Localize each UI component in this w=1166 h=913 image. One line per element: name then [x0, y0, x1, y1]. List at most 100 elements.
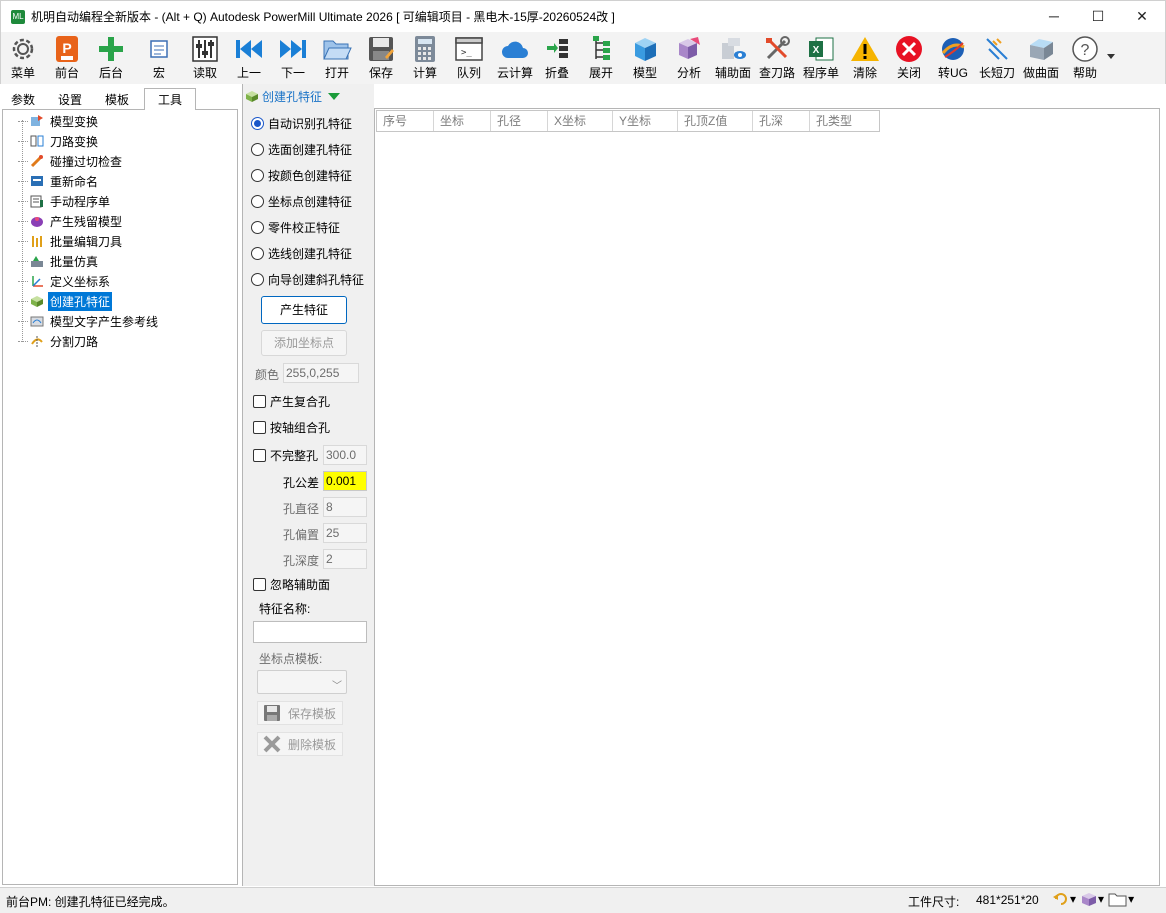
color-field[interactable]: 255,0,255 — [283, 363, 359, 383]
incomplete-hole-checkbox[interactable]: 不完整孔 — [253, 445, 318, 465]
tree-item-create-hole-feature[interactable]: 创建孔特征 — [18, 291, 113, 311]
tab-settings[interactable]: 设置 — [48, 90, 92, 110]
radio-icon[interactable] — [251, 194, 264, 208]
path-transform-icon — [30, 134, 44, 148]
add-point-button[interactable]: 添加坐标点 — [261, 330, 347, 356]
column-header[interactable]: 孔类型 — [810, 111, 879, 131]
toolbar-queue-button[interactable]: >_ 队列 — [451, 34, 487, 82]
ignore-aux-checkbox[interactable]: 忽略辅助面 — [253, 574, 330, 594]
panel-header[interactable]: 创建孔特征 — [245, 86, 341, 106]
toolbar-read-button[interactable]: 读取 — [187, 34, 223, 82]
column-header[interactable]: 坐标 — [434, 111, 491, 131]
radio-icon[interactable] — [251, 220, 264, 234]
toolbar-help-button[interactable]: ? 帮助 — [1067, 34, 1103, 82]
undo-icon[interactable]: ▾ — [1052, 891, 1076, 907]
delete-template-button[interactable]: 删除模板 — [257, 732, 343, 756]
column-header[interactable]: 序号 — [377, 111, 434, 131]
option-auto-detect[interactable]: 自动识别孔特征 — [251, 113, 352, 133]
column-header[interactable]: X坐标 — [548, 111, 613, 131]
column-header[interactable]: 孔顶Z值 — [678, 111, 753, 131]
option-select-line[interactable]: 选线创建孔特征 — [251, 243, 352, 263]
folder-icon[interactable]: ▾ — [1108, 891, 1134, 907]
toolbar-front-button[interactable]: P 前台 — [49, 34, 85, 82]
save-template-button[interactable]: 保存模板 — [257, 701, 343, 725]
toolbar-expand-button[interactable]: 展开 — [583, 34, 619, 82]
save-icon — [262, 704, 282, 722]
radio-icon[interactable] — [251, 142, 264, 156]
hole-feature-panel: 创建孔特征 自动识别孔特征 选面创建孔特征 按颜色创建特征 坐标点创建特征 零件… — [242, 84, 374, 886]
tab-templates[interactable]: 模板 — [94, 90, 140, 110]
radio-icon[interactable] — [251, 272, 264, 286]
template-select[interactable]: ﹀ — [257, 670, 347, 694]
tree-item-path-transform[interactable]: 刀路变换 — [18, 131, 100, 151]
radio-icon[interactable] — [251, 246, 264, 260]
tab-tools[interactable]: 工具 — [144, 88, 196, 111]
tolerance-field[interactable]: 0.001 — [323, 471, 367, 491]
column-header[interactable]: 孔径 — [491, 111, 548, 131]
toolbar-long-short-button[interactable]: 长短刀 — [977, 34, 1017, 82]
dropdown-arrow-icon[interactable] — [328, 92, 341, 100]
toolbar-collapse-button[interactable]: 折叠 — [539, 34, 575, 82]
incomplete-hole-field[interactable]: 300.0 — [323, 445, 367, 465]
analysis-icon[interactable]: ▾ — [1080, 891, 1104, 907]
depth-field[interactable]: 2 — [323, 549, 367, 569]
minimize-button[interactable]: ─ — [1031, 1, 1077, 31]
toolbar-analysis-button[interactable]: 分析 — [671, 34, 707, 82]
checkbox-icon[interactable] — [253, 420, 266, 434]
toolbar-program-sheet-button[interactable]: X 程序单 — [801, 34, 841, 82]
template-label: 坐标点模板: — [259, 652, 323, 666]
toolbar-clear-button[interactable]: 清除 — [847, 34, 883, 82]
svg-text:P: P — [62, 40, 71, 56]
close-window-button[interactable]: ✕ — [1119, 1, 1165, 31]
toolbar-next-button[interactable]: 下一 — [275, 34, 311, 82]
toolbar-to-ug-button[interactable]: 转UG — [935, 34, 971, 82]
tree-item-batch-simulation[interactable]: 批量仿真 — [18, 251, 100, 271]
tab-params[interactable]: 参数 — [2, 90, 44, 110]
tree-item-split-path[interactable]: 分割刀路 — [18, 331, 100, 351]
toolbar-save-button[interactable]: 保存 — [363, 34, 399, 82]
toolbar-model-button[interactable]: 模型 — [627, 34, 663, 82]
toolbar-aux-surface-button[interactable]: 辅助面 — [713, 34, 753, 82]
toolbar-check-path-button[interactable]: 查刀路 — [757, 34, 797, 82]
diameter-field[interactable]: 8 — [323, 497, 367, 517]
toolbar-menu-button[interactable]: 菜单 — [5, 34, 41, 82]
column-header[interactable]: 孔深 — [753, 111, 810, 131]
option-select-face[interactable]: 选面创建孔特征 — [251, 139, 352, 159]
toolbar-prev-button[interactable]: 上一 — [231, 34, 267, 82]
toolbar-back-button[interactable]: 后台 — [93, 34, 129, 82]
tree-item-text-reference-line[interactable]: 模型文字产生参考线 — [18, 311, 160, 331]
radio-icon[interactable] — [251, 168, 264, 182]
tree-item-collision-check[interactable]: 碰撞过切检查 — [18, 151, 124, 171]
tree-item-define-csys[interactable]: 定义坐标系 — [18, 271, 112, 291]
option-part-correction[interactable]: 零件校正特征 — [251, 217, 340, 237]
toolbar-overflow-arrow-icon[interactable] — [1107, 54, 1115, 59]
calculator-icon — [410, 34, 440, 64]
checkbox-icon[interactable] — [253, 577, 266, 591]
toolbar-macro-button[interactable]: 宏 — [141, 34, 177, 82]
folder-open-icon — [322, 34, 352, 64]
toolbar-calc-button[interactable]: 计算 — [407, 34, 443, 82]
toolbar-surface-button[interactable]: 做曲面 — [1021, 34, 1061, 82]
tree-item-manual-sheet[interactable]: 手动程序单 — [18, 191, 112, 211]
option-by-color[interactable]: 按颜色创建特征 — [251, 165, 352, 185]
tree-item-residual-model[interactable]: 产生残留模型 — [18, 211, 124, 231]
checkbox-icon[interactable] — [253, 394, 266, 408]
column-header[interactable]: Y坐标 — [613, 111, 678, 131]
tree-item-model-transform[interactable]: 模型变换 — [18, 111, 100, 131]
option-by-points[interactable]: 坐标点创建特征 — [251, 191, 352, 211]
tree-item-batch-edit-tools[interactable]: 批量编辑刀具 — [18, 231, 124, 251]
compound-hole-checkbox[interactable]: 产生复合孔 — [253, 391, 330, 411]
toolbar-open-button[interactable]: 打开 — [319, 34, 355, 82]
feature-name-input[interactable] — [253, 621, 367, 643]
tree-item-rename[interactable]: 重新命名 — [18, 171, 100, 191]
generate-feature-button[interactable]: 产生特征 — [261, 296, 347, 324]
checkbox-icon[interactable] — [253, 448, 266, 462]
axis-group-checkbox[interactable]: 按轴组合孔 — [253, 417, 330, 437]
maximize-button[interactable]: ☐ — [1075, 1, 1121, 31]
toolbar-cloud-button[interactable]: 云计算 — [495, 34, 535, 82]
toolbar-close-button[interactable]: 关闭 — [891, 34, 927, 82]
option-wizard-angled[interactable]: 向导创建斜孔特征 — [251, 269, 364, 289]
radio-icon[interactable] — [251, 116, 264, 130]
residual-model-icon — [30, 214, 44, 228]
offset-field[interactable]: 25 — [323, 523, 367, 543]
